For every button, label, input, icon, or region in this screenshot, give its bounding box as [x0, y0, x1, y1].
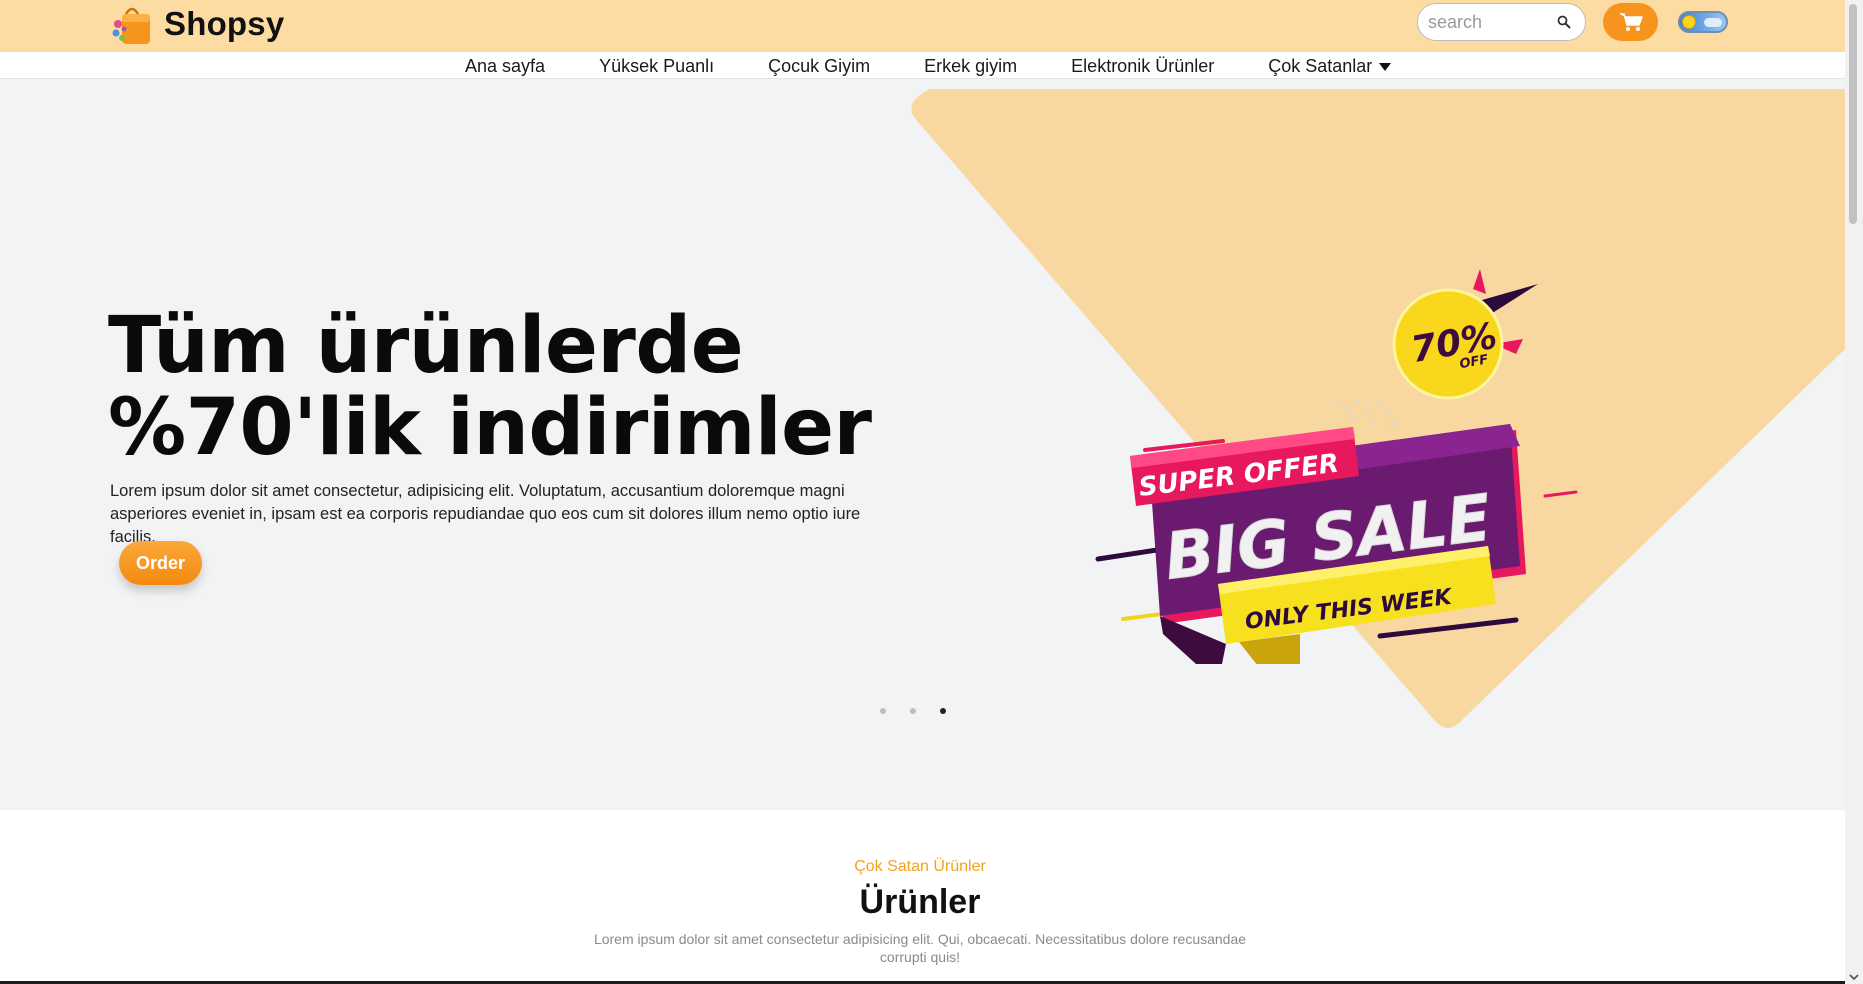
nav-item-cocuk-giyim[interactable]: Çocuk Giyim	[768, 56, 870, 77]
slider-dot-2[interactable]	[910, 708, 916, 714]
nav-item-erkek-giyim[interactable]: Erkek giyim	[924, 56, 1017, 77]
section-subtitle: Çok Satan Ürünler	[854, 858, 986, 875]
scroll-down-arrow-icon[interactable]	[1849, 972, 1859, 982]
hero-title-line1: Tüm ürünlerde	[108, 301, 744, 391]
hero-slider: Tüm ürünlerde %70'lik indirimler Lorem i…	[0, 79, 1845, 810]
theme-toggle[interactable]	[1678, 11, 1728, 33]
nav-label: Çok Satanlar	[1268, 55, 1373, 76]
sun-icon	[1682, 15, 1696, 29]
nav-label: Elektronik Ürünler	[1071, 55, 1215, 76]
top-bar: Shopsy	[0, 0, 1845, 52]
section-title: Ürünler	[859, 883, 981, 921]
page-scrollbar[interactable]	[1845, 0, 1863, 984]
products-section: Çok Satan Ürünler Ürünler Lorem ipsum do…	[0, 810, 1845, 984]
cart-icon	[1619, 13, 1643, 31]
nav-label: Çocuk Giyim	[768, 55, 871, 76]
brand-logo[interactable]: Shopsy	[110, 2, 284, 46]
hero-title: Tüm ürünlerde %70'lik indirimler	[108, 305, 908, 469]
big-sale-banner-image: SUPER OFFER BIG SALE ONLY THIS WEEK 70% …	[1095, 269, 1578, 664]
slider-dot-1[interactable]	[880, 708, 886, 714]
section-description: Lorem ipsum dolor sit amet consectetur a…	[593, 931, 1247, 965]
cloud-icon	[1704, 18, 1722, 27]
search-input[interactable]	[1428, 11, 1548, 33]
search-icon[interactable]	[1555, 13, 1573, 31]
nav-item-ana-sayfa[interactable]: Ana sayfa	[465, 56, 545, 77]
shopping-bag-icon	[112, 7, 150, 44]
nav-item-cok-satanlar-dropdown[interactable]: Çok Satanlar	[1268, 55, 1392, 77]
nav-list: Ana sayfa Yüksek Puanlı Çocuk Giyim Erke…	[465, 53, 1392, 79]
nav-label: Ana sayfa	[465, 55, 546, 76]
nav-label: Yüksek Puanlı	[599, 55, 715, 76]
main-nav: Ana sayfa Yüksek Puanlı Çocuk Giyim Erke…	[0, 52, 1845, 79]
caret-down-icon	[1379, 63, 1392, 71]
nav-item-elektronik-urunler[interactable]: Elektronik Ürünler	[1071, 56, 1214, 77]
hero-description: Lorem ipsum dolor sit amet consectetur, …	[110, 482, 861, 546]
cart-button[interactable]	[1603, 3, 1658, 41]
brand-name: Shopsy	[164, 5, 285, 42]
hero-title-line2: %70'lik indirimler	[108, 383, 872, 473]
nav-item-yuksek-puanli[interactable]: Yüksek Puanlı	[599, 56, 714, 77]
slider-dot-3-active[interactable]	[940, 708, 946, 714]
nav-label: Erkek giyim	[924, 55, 1018, 76]
slider-dots	[880, 708, 946, 714]
search-box	[1417, 3, 1586, 41]
scrollbar-thumb[interactable]	[1849, 4, 1857, 224]
order-button[interactable]: Order	[119, 541, 202, 585]
